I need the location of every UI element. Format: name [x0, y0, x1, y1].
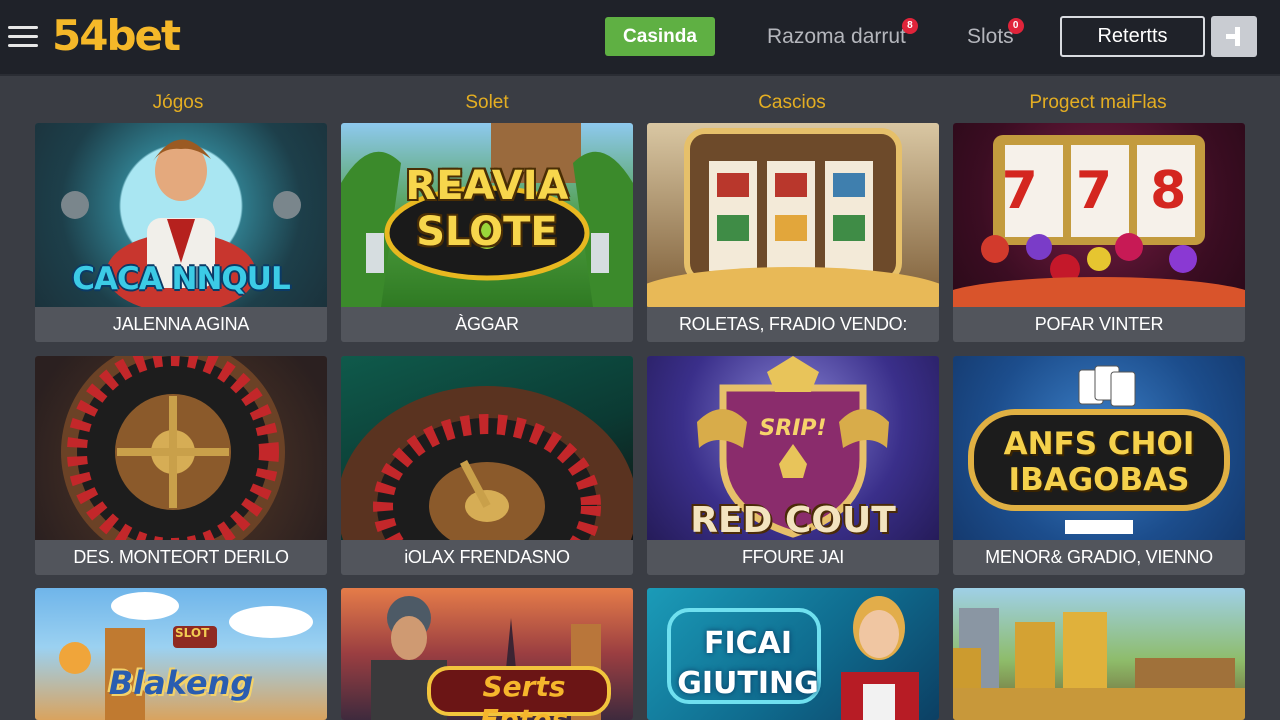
game-card[interactable]: ANFS CHOI IBAGOBAS MENOR& GRADIO, VIENNO	[953, 356, 1245, 575]
nav-item-label: Razoma darrut	[767, 25, 906, 48]
register-button[interactable]	[1211, 16, 1257, 57]
game-card[interactable]: 7 7 8 POFAR VINTER	[953, 123, 1245, 342]
game-thumbnail: CACA NNQUL	[35, 123, 327, 307]
game-logo-text: Serts Eptos	[479, 670, 569, 720]
game-thumbnail	[953, 588, 1245, 720]
roulette-wheel-illustration	[341, 386, 633, 540]
notification-badge: 0	[1007, 18, 1024, 34]
nav-item-slots[interactable]: Slots 0	[967, 18, 1024, 50]
game-logo-text: Blakeng	[108, 664, 254, 702]
slot-machine-illustration	[647, 128, 939, 307]
game-card[interactable]: SRIP! RED COUT FFOURE JAI	[647, 356, 939, 575]
nav-casino-button[interactable]: Casinda	[605, 17, 715, 56]
game-thumbnail: Serts Eptos	[341, 588, 633, 720]
game-card[interactable]: ROLETAS, FRADIO VENDO:	[647, 123, 939, 342]
login-button[interactable]: Retertts	[1060, 16, 1205, 57]
game-thumbnail: REAVIA SLOTE	[341, 123, 633, 307]
game-card-label: POFAR VINTER	[953, 307, 1245, 342]
game-logo-text: RED COUT	[690, 500, 896, 540]
game-badge-text: SLOT	[175, 626, 210, 640]
game-thumbnail	[341, 356, 633, 540]
game-badge-text: SRIP!	[759, 416, 827, 441]
game-card-label: MENOR& GRADIO, VIENNO	[953, 540, 1245, 575]
roulette-wheel-illustration	[61, 356, 285, 540]
game-thumbnail: SRIP! RED COUT	[647, 356, 939, 540]
game-card-label: DES. MONTEORT DERILO	[35, 540, 327, 575]
game-card-label: ROLETAS, FRADIO VENDO:	[647, 307, 939, 342]
game-logo-text: REAVIA SLOTE	[405, 163, 569, 255]
game-card[interactable]: Serts Eptos	[341, 588, 633, 720]
nav-item-razoma[interactable]: Razoma darrut 8	[767, 18, 918, 50]
game-card[interactable]	[953, 588, 1245, 720]
game-card-label: JALENNA AGINA	[35, 307, 327, 342]
gold-coins-illustration	[953, 608, 1245, 720]
game-thumbnail: 7 7 8	[953, 123, 1245, 307]
game-card-label: iOLAX FRENDASNO	[341, 540, 633, 575]
game-card[interactable]: DES. MONTEORT DERILO	[35, 356, 327, 575]
game-thumbnail: SLOT Blakeng	[35, 588, 327, 720]
category-heading-progect[interactable]: Progect maiFlas	[952, 92, 1244, 114]
game-card[interactable]: iOLAX FRENDASNO	[341, 356, 633, 575]
game-card[interactable]: CACA NNQUL JALENNA AGINA	[35, 123, 327, 342]
category-heading-solet[interactable]: Solet	[341, 92, 633, 114]
menu-icon[interactable]	[8, 26, 38, 48]
game-thumbnail	[35, 356, 327, 540]
game-thumbnail: ANFS CHOI IBAGOBAS	[953, 356, 1245, 540]
notification-badge: 8	[901, 18, 918, 34]
game-logo-text: ANFS CHOI IBAGOBAS	[1003, 426, 1195, 498]
site-logo[interactable]: 54bet	[52, 10, 181, 62]
game-card-label: FFOURE JAI	[647, 540, 939, 575]
category-heading-jogos[interactable]: Jógos	[32, 92, 324, 114]
category-heading-cascios[interactable]: Cascios	[646, 92, 938, 114]
game-thumbnail	[647, 123, 939, 307]
game-card-label: ÀGGAR	[341, 307, 633, 342]
nav-item-label: Slots	[967, 25, 1014, 48]
game-logo-text: 7 7 8	[1001, 161, 1197, 221]
game-thumbnail: FICAI GIUTING	[647, 588, 939, 720]
game-card[interactable]: SLOT Blakeng	[35, 588, 327, 720]
game-logo-text: CACA NNQUL	[72, 261, 290, 297]
game-logo-text: FICAI GIUTING	[677, 626, 819, 701]
game-card[interactable]: FICAI GIUTING	[647, 588, 939, 720]
user-add-icon	[1226, 27, 1240, 46]
game-card[interactable]: REAVIA SLOTE ÀGGAR	[341, 123, 633, 342]
top-navigation-bar: 54bet Casinda Razoma darrut 8 Slots 0 Re…	[0, 0, 1280, 76]
